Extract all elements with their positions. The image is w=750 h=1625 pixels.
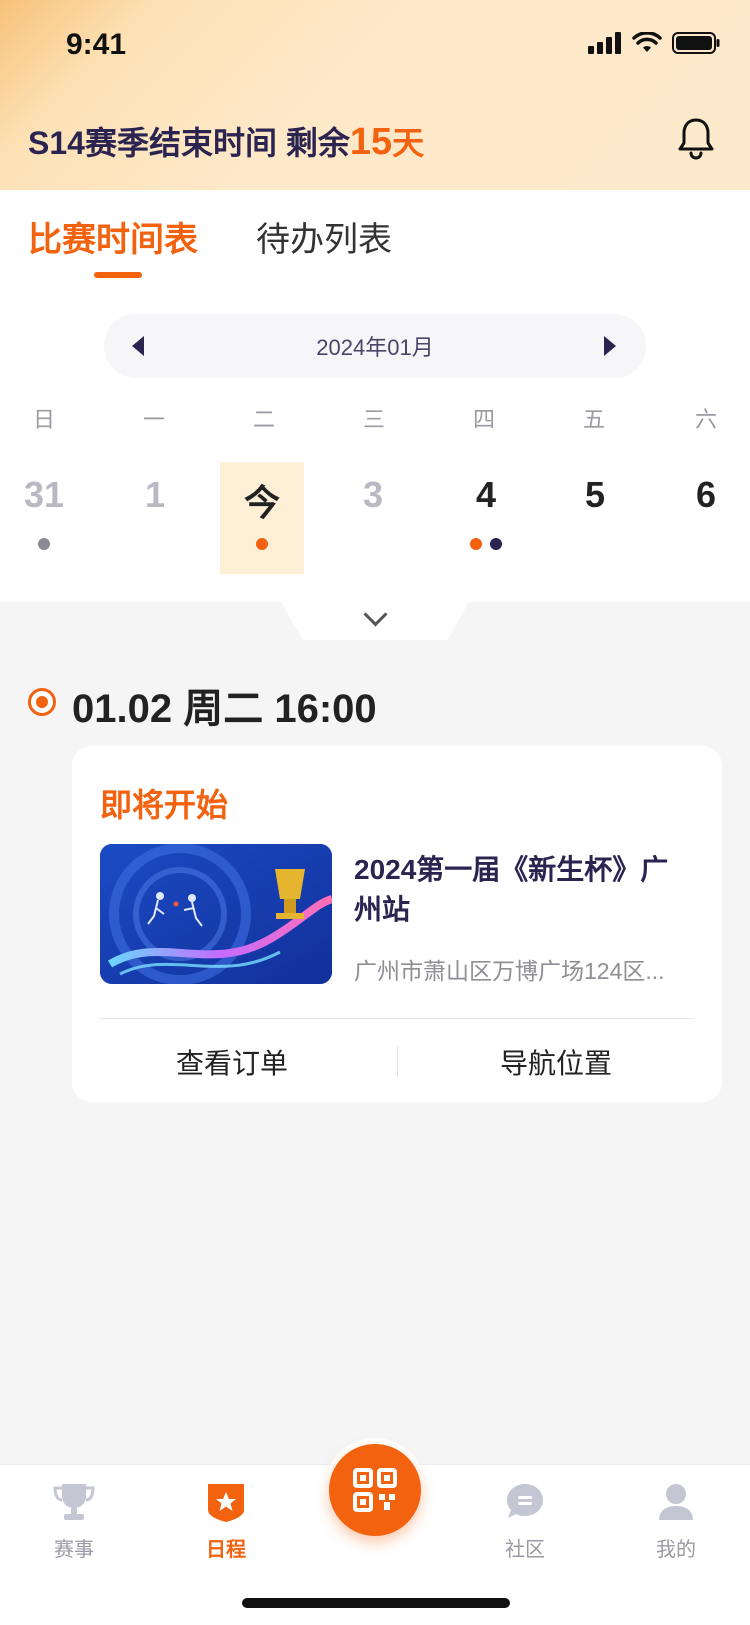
weekday-label: 四	[472, 407, 495, 432]
nav-item-community[interactable]: 社区	[475, 1480, 575, 1562]
calendar-day-number: 今	[243, 482, 280, 523]
schedule-star-icon	[208, 1484, 244, 1522]
days-unit: 天	[392, 125, 425, 161]
calendar-day[interactable]: 5	[553, 462, 637, 574]
event-title[interactable]: 2024第一届《新生杯》广州站	[354, 850, 694, 930]
weekday-label: 五	[582, 407, 605, 432]
event-dot	[470, 538, 482, 550]
event-card[interactable]: 即将开始 2024第一届《新生杯》广州站 广州市萧山区万博广场124区... 查…	[72, 746, 722, 1102]
weekday-label: 六	[694, 407, 717, 432]
battery-icon	[672, 32, 720, 54]
tab-active-indicator	[94, 272, 142, 278]
calendar-day[interactable]: 1	[113, 462, 197, 574]
event-address: 广州市萧山区万博广场124区...	[354, 958, 665, 984]
calendar-day-number: 3	[362, 474, 384, 515]
button-separator	[397, 1046, 398, 1076]
chat-bubble-icon	[507, 1484, 543, 1518]
navigate-location-button[interactable]: 导航位置	[406, 1042, 706, 1082]
month-label: 2024年01月	[316, 335, 434, 360]
weekday-label: 二	[252, 407, 275, 432]
nav-label: 社区	[505, 1539, 545, 1561]
calendar-day-number: 31	[23, 474, 65, 515]
nav-label: 日程	[206, 1539, 246, 1561]
calendar-day-number: 1	[144, 474, 166, 515]
event-dot	[256, 538, 268, 550]
weekday-label: 三	[362, 407, 385, 432]
profile-icon	[659, 1484, 693, 1520]
tab-schedule[interactable]: 比赛时间表	[28, 212, 198, 261]
next-month-icon[interactable]	[604, 336, 616, 356]
event-dot	[490, 538, 502, 550]
timeline-marker-icon	[28, 688, 56, 716]
qr-code-icon	[353, 1468, 397, 1512]
signal-icon	[588, 32, 621, 54]
nav-item-events[interactable]: 赛事	[24, 1480, 124, 1562]
days-left: 15	[349, 121, 393, 163]
calendar-day[interactable]: 4	[444, 462, 528, 574]
calendar-day-number: 4	[475, 474, 497, 515]
calendar-day-number: 5	[584, 474, 606, 515]
card-divider	[100, 1018, 694, 1019]
event-datetime: 01.02 周二 16:00	[72, 687, 377, 731]
calendar-day[interactable]: 31	[2, 462, 86, 574]
event-dot	[38, 538, 50, 550]
nav-item-schedule[interactable]: 日程	[176, 1480, 276, 1562]
tab-todo-list[interactable]: 待办列表	[256, 212, 392, 261]
nav-label: 赛事	[54, 1539, 94, 1561]
home-indicator	[242, 1598, 510, 1608]
view-order-button[interactable]: 查看订单	[82, 1042, 382, 1082]
season-countdown: S14赛季结束时间 剩余15天	[28, 118, 424, 164]
trophy-icon	[53, 1484, 95, 1520]
nav-item-profile[interactable]: 我的	[626, 1480, 726, 1562]
prev-month-icon[interactable]	[132, 336, 144, 356]
bell-icon[interactable]	[676, 116, 716, 160]
wifi-icon	[632, 32, 662, 52]
nav-label: 我的	[656, 1539, 696, 1561]
scan-qr-button[interactable]	[329, 1444, 421, 1536]
calendar-day[interactable]: 3	[331, 462, 415, 574]
weekday-label: 一	[142, 407, 165, 432]
season-text: S14赛季结束时间 剩余	[28, 125, 350, 161]
calendar-day-today[interactable]: 今	[220, 462, 304, 574]
calendar-day[interactable]: 6	[664, 462, 748, 574]
status-icons	[588, 32, 720, 54]
calendar-day-number: 6	[695, 474, 717, 515]
event-poster[interactable]	[100, 844, 332, 984]
status-time: 9:41	[66, 28, 127, 61]
month-selector: 2024年01月	[104, 314, 646, 378]
weekday-label: 日	[32, 407, 55, 432]
event-status: 即将开始	[100, 787, 229, 823]
